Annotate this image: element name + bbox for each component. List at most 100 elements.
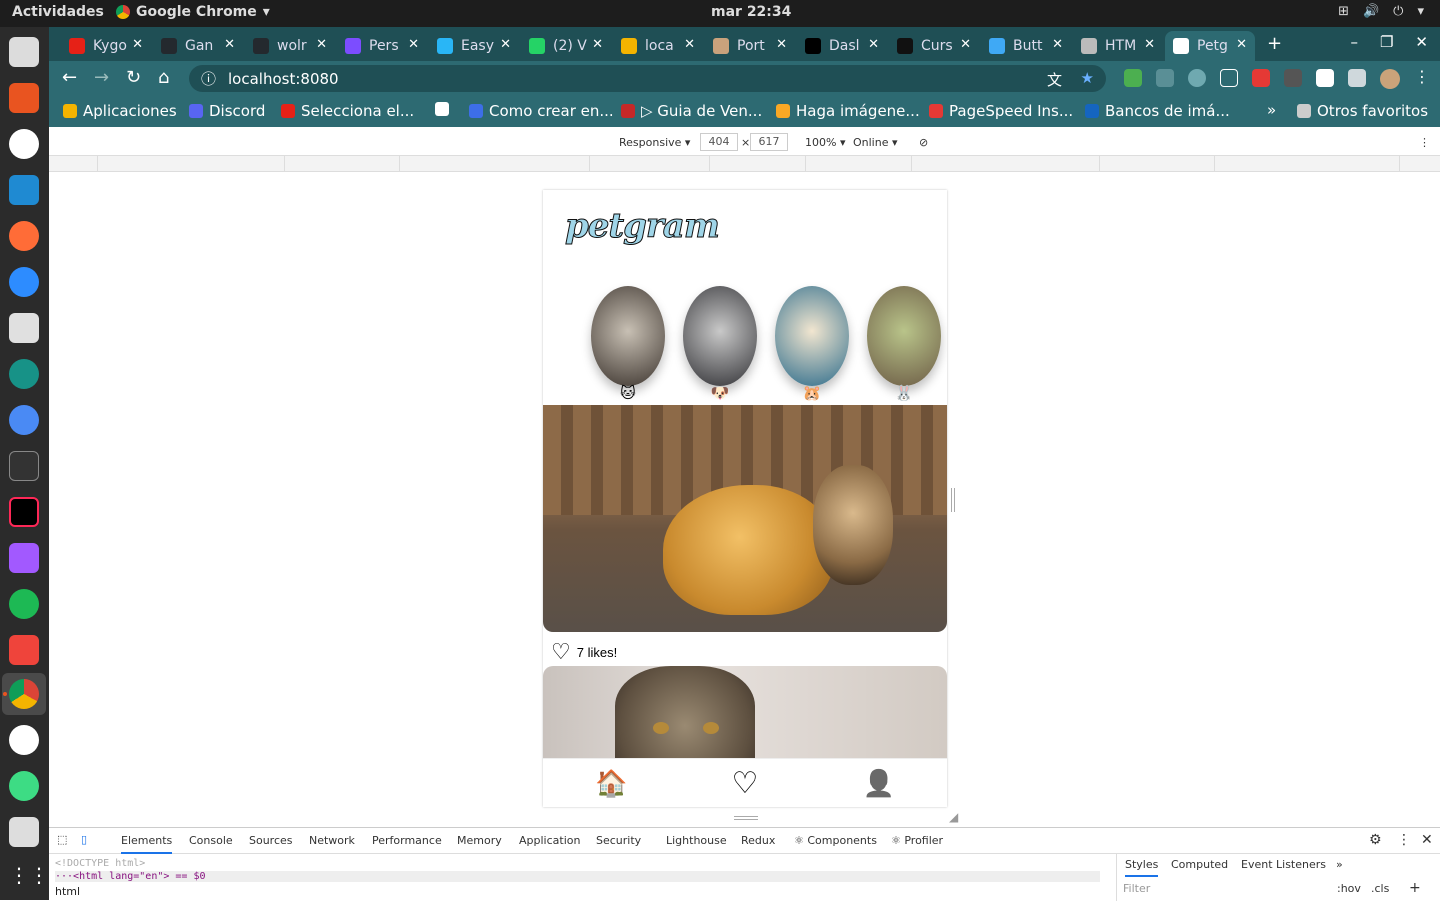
url-text[interactable]: localhost:8080	[228, 70, 339, 88]
category-item[interactable]: 🐹	[775, 286, 849, 402]
software-center-icon[interactable]	[9, 83, 39, 113]
devtools-tab[interactable]: ⚛ Profiler	[891, 834, 943, 847]
slack-icon[interactable]	[9, 129, 39, 159]
device-mode-select[interactable]: Responsive ▾	[619, 136, 690, 149]
doctype-line[interactable]: <!DOCTYPE html>	[55, 858, 1100, 869]
mongodb-compass-icon[interactable]	[9, 725, 39, 755]
styles-sidebar-tab[interactable]: »	[1336, 858, 1343, 871]
browser-tab[interactable]: Gan ✕	[153, 31, 243, 61]
back-icon[interactable]: ←	[62, 67, 77, 88]
tab-close-icon[interactable]: ✕	[960, 37, 971, 52]
browser-tab[interactable]: Easy ✕	[429, 31, 519, 61]
tab-close-icon[interactable]: ✕	[1144, 37, 1155, 52]
devtools-tab[interactable]: Application	[519, 834, 580, 847]
home-icon[interactable]: ⌂	[158, 67, 169, 88]
resize-handle-bottom[interactable]	[734, 816, 758, 820]
tab-close-icon[interactable]: ✕	[868, 37, 879, 52]
html-element-line[interactable]: ···<html lang="en"> == $0	[55, 871, 1100, 882]
hov-toggle[interactable]: :hov	[1337, 882, 1361, 895]
viewport-height-input[interactable]: 617	[750, 133, 788, 151]
zoom-select[interactable]: 100% ▾	[805, 136, 845, 149]
rotate-icon[interactable]: ⊘	[919, 136, 928, 149]
menu-kebab-icon[interactable]: ⋮	[1414, 69, 1432, 87]
browser-tab[interactable]: HTM ✕	[1073, 31, 1163, 61]
browser-tab[interactable]: Port ✕	[705, 31, 795, 61]
zoom-icon[interactable]	[9, 267, 39, 297]
styles-sidebar-tab[interactable]: Computed	[1171, 858, 1228, 871]
devtools-tab[interactable]: Security	[596, 834, 641, 847]
tab-close-icon[interactable]: ✕	[224, 37, 235, 52]
styles-filter-input[interactable]: Filter	[1123, 882, 1150, 895]
chrome-dock-icon[interactable]	[9, 679, 39, 709]
tab-close-icon[interactable]: ✕	[316, 37, 327, 52]
photo-card-image[interactable]	[543, 666, 947, 758]
browser-tab[interactable]: Pers ✕	[337, 31, 427, 61]
devtools-tab[interactable]: Network	[309, 834, 355, 847]
address-bar[interactable]: ⓘ localhost:8080 文 ★	[189, 65, 1106, 92]
bookmark-item[interactable]: ▷ Guia de Ven...	[621, 102, 762, 120]
profile-avatar[interactable]	[1380, 69, 1400, 89]
extension-dots-icon[interactable]	[1284, 69, 1302, 87]
bookmark-item[interactable]: Como crear en...	[469, 102, 614, 120]
android-studio-icon[interactable]	[9, 771, 39, 801]
viewport-width-input[interactable]: 404	[700, 133, 738, 151]
network-throttle-select[interactable]: Online ▾	[853, 136, 898, 149]
new-style-rule-icon[interactable]: +	[1409, 880, 1421, 896]
devtools-tab[interactable]: Redux	[741, 834, 775, 847]
text-editor-icon[interactable]	[9, 313, 39, 343]
system-tray[interactable]: ⊞ 🔊 ⏻ ▾	[1338, 4, 1424, 19]
styles-sidebar-tab[interactable]: Event Listeners	[1241, 858, 1326, 871]
category-item[interactable]: 🐱	[591, 286, 665, 402]
devtools-tab[interactable]: Elements	[121, 834, 173, 854]
tab-close-icon[interactable]: ✕	[408, 37, 419, 52]
intellij-icon[interactable]	[9, 497, 39, 527]
category-item[interactable]: 🐰	[867, 286, 941, 402]
tab-close-icon[interactable]: ✕	[592, 37, 603, 52]
devtools-close-icon[interactable]: ✕	[1421, 832, 1433, 848]
user-nav-icon[interactable]: 👤	[863, 769, 895, 799]
vscode-icon[interactable]	[9, 175, 39, 205]
tab-close-icon[interactable]: ✕	[1052, 37, 1063, 52]
settings-tools-icon[interactable]	[9, 817, 39, 847]
postman-icon[interactable]	[9, 221, 39, 251]
browser-tab[interactable]: Dasl ✕	[797, 31, 887, 61]
bookmark-item[interactable]: Discord	[189, 102, 265, 120]
reading-list-icon[interactable]	[1348, 69, 1366, 87]
browser-tab[interactable]: Petg ✕	[1165, 31, 1255, 61]
new-tab-button[interactable]: +	[1267, 33, 1282, 54]
browser-tab[interactable]: Butt ✕	[981, 31, 1071, 61]
bookmark-star-icon[interactable]: ★	[1081, 69, 1094, 87]
browser-tab[interactable]: wolr ✕	[245, 31, 335, 61]
app-logo[interactable]: petgram	[565, 206, 721, 247]
bookmark-item[interactable]	[435, 102, 455, 116]
devtools-tab[interactable]: Sources	[249, 834, 293, 847]
chromium-icon[interactable]	[9, 405, 39, 435]
extension-download-icon[interactable]	[1124, 69, 1142, 87]
tab-close-icon[interactable]: ✕	[776, 37, 787, 52]
device-toggle-icon[interactable]: ▯	[81, 833, 87, 846]
devtools-tab[interactable]: Performance	[372, 834, 442, 847]
anydesk-icon[interactable]	[9, 635, 39, 665]
tab-close-icon[interactable]: ✕	[684, 37, 695, 52]
extension-target-icon[interactable]	[1188, 69, 1206, 87]
tab-close-icon[interactable]: ✕	[1236, 37, 1247, 52]
devtools-tab[interactable]: Memory	[457, 834, 502, 847]
browser-tab[interactable]: Kygo ✕	[61, 31, 151, 61]
chevron-down-icon[interactable]: ▾	[1417, 4, 1424, 19]
bookmark-item[interactable]: Selecciona el...	[281, 102, 414, 120]
close-icon[interactable]: ✕	[1415, 33, 1428, 51]
extension-code-icon[interactable]	[1220, 69, 1238, 87]
spotify-icon[interactable]	[9, 589, 39, 619]
extensions-puzzle-icon[interactable]	[1316, 69, 1334, 87]
media-query-ruler[interactable]	[49, 156, 1440, 172]
tab-close-icon[interactable]: ✕	[500, 37, 511, 52]
category-image[interactable]	[591, 286, 665, 386]
bookmark-item[interactable]: Bancos de imá...	[1085, 102, 1230, 120]
power-icon[interactable]: ⏻	[1393, 4, 1403, 19]
maximize-icon[interactable]: ❐	[1380, 33, 1393, 51]
resize-corner-icon[interactable]: ◢	[949, 810, 958, 824]
devtools-tab[interactable]: Lighthouse	[666, 834, 727, 847]
category-image[interactable]	[683, 286, 757, 386]
forward-icon[interactable]: →	[94, 67, 109, 88]
photo-card-image[interactable]	[543, 405, 947, 632]
